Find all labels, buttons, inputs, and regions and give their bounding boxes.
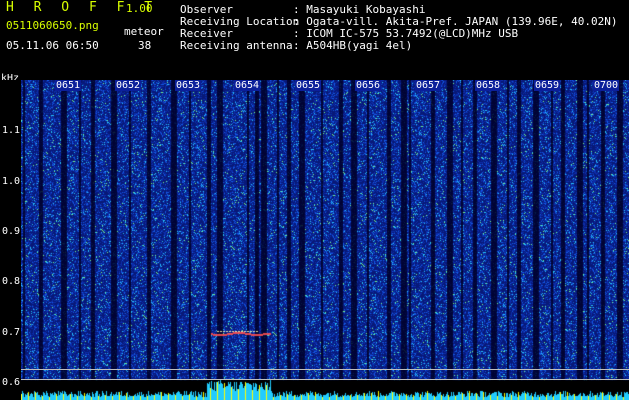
antenna-label: Receiving antenna: [180, 39, 293, 52]
time-label: 0700: [593, 80, 620, 91]
time-label: 0653: [175, 80, 202, 91]
ytick-label: 1.1: [1, 125, 20, 136]
ytick-label: 0.8: [1, 276, 20, 287]
app-version: 1.00: [126, 2, 153, 15]
header-panel: H R O F F T 1.00 0511060650.png meteor 0…: [0, 0, 629, 84]
file-name: 0511060650.png: [6, 19, 99, 32]
ytick-label: 0.6: [1, 377, 20, 388]
time-label: 0654: [234, 80, 261, 91]
ytick-label: 1.0: [1, 176, 20, 187]
spectrogram-canvas: [21, 80, 629, 400]
time-label: 0651: [55, 80, 82, 91]
spectrogram: 0651 0652 0653 0654 0655 0656 0657 0658 0659 0700: [21, 80, 629, 400]
baseline-marker-upper: [21, 369, 629, 370]
date-time: 05.11.06 06:50: [6, 39, 99, 52]
time-label: 0655: [295, 80, 322, 91]
ytick-label: 0.7: [1, 327, 20, 338]
time-label: 0657: [415, 80, 442, 91]
baseline-marker-lower: [21, 379, 629, 380]
antenna-value: : A504HB(yagi 4el): [293, 39, 413, 52]
time-label: 0659: [534, 80, 561, 91]
ytick-label: 0.9: [1, 226, 20, 237]
time-label: 0652: [115, 80, 142, 91]
meteor-count: 38: [138, 39, 152, 52]
time-label: 0658: [475, 80, 502, 91]
time-label: 0656: [355, 80, 382, 91]
frequency-axis: 1.1 1.0 0.9 0.8 0.7 0.6: [0, 80, 21, 400]
meteor-label: meteor: [124, 25, 164, 38]
